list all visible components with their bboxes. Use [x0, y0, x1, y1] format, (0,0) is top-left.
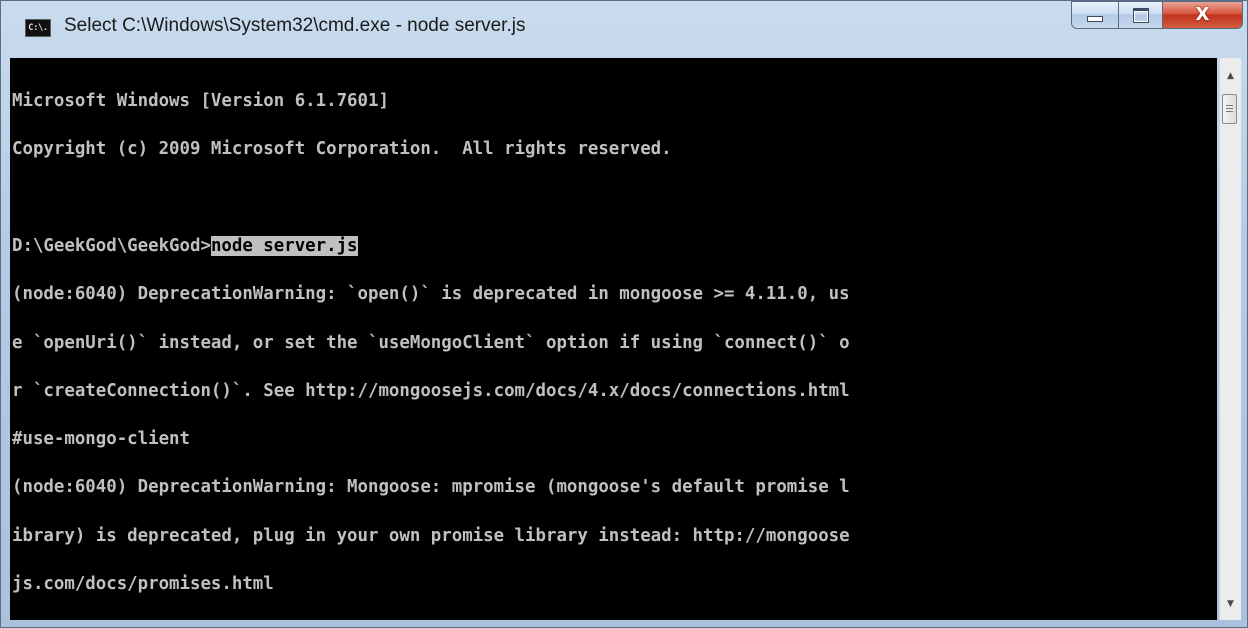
- cmd-window: C:\. Select C:\Windows\System32\cmd.exe …: [0, 0, 1248, 628]
- console-text: Microsoft Windows [Version 6.1.7601] Cop…: [10, 58, 1217, 620]
- thumb-grip-line: [1226, 108, 1233, 109]
- close-button[interactable]: X: [1163, 1, 1243, 29]
- console-line: (node:6040) DeprecationWarning: `open()`…: [12, 284, 850, 305]
- console-line: ibrary) is deprecated, plug in your own …: [12, 525, 850, 546]
- command-prompt: D:\GeekGod\GeekGod>: [12, 236, 211, 257]
- console-line: r `createConnection()`. See http://mongo…: [12, 380, 850, 401]
- scroll-down-icon[interactable]: ▼: [1220, 594, 1241, 614]
- window-controls: X: [1071, 1, 1243, 31]
- console-line: js.com/docs/promises.html: [12, 574, 274, 594]
- console-line: (node:6040) DeprecationWarning: Mongoose…: [12, 477, 850, 498]
- maximize-icon: [1132, 7, 1149, 23]
- console-line: e `openUri()` instead, or set the `useMo…: [12, 332, 850, 353]
- prompt-line: D:\GeekGod\GeekGod>node server.js: [12, 236, 1217, 257]
- cmd-icon[interactable]: C:\.: [25, 19, 51, 37]
- window-title: Select C:\Windows\System32\cmd.exe - nod…: [64, 15, 526, 36]
- console-output[interactable]: Microsoft Windows [Version 6.1.7601] Cop…: [10, 58, 1217, 620]
- thumb-grip-line: [1226, 111, 1233, 112]
- minimize-icon: [1087, 16, 1103, 22]
- close-icon: X: [1195, 4, 1210, 25]
- scroll-thumb[interactable]: [1222, 94, 1237, 124]
- console-line: #use-mongo-client: [12, 429, 190, 450]
- minimize-button[interactable]: [1071, 1, 1119, 29]
- console-line: Microsoft Windows [Version 6.1.7601]: [12, 91, 389, 112]
- vertical-scrollbar[interactable]: ▲ ▼: [1219, 58, 1241, 620]
- console-line: Copyright (c) 2009 Microsoft Corporation…: [12, 139, 672, 160]
- scroll-up-icon[interactable]: ▲: [1220, 66, 1241, 86]
- title-bar[interactable]: C:\. Select C:\Windows\System32\cmd.exe …: [1, 1, 1247, 55]
- maximize-button[interactable]: [1119, 1, 1163, 29]
- selected-command[interactable]: node server.js: [210, 236, 358, 257]
- thumb-grip-line: [1226, 105, 1233, 106]
